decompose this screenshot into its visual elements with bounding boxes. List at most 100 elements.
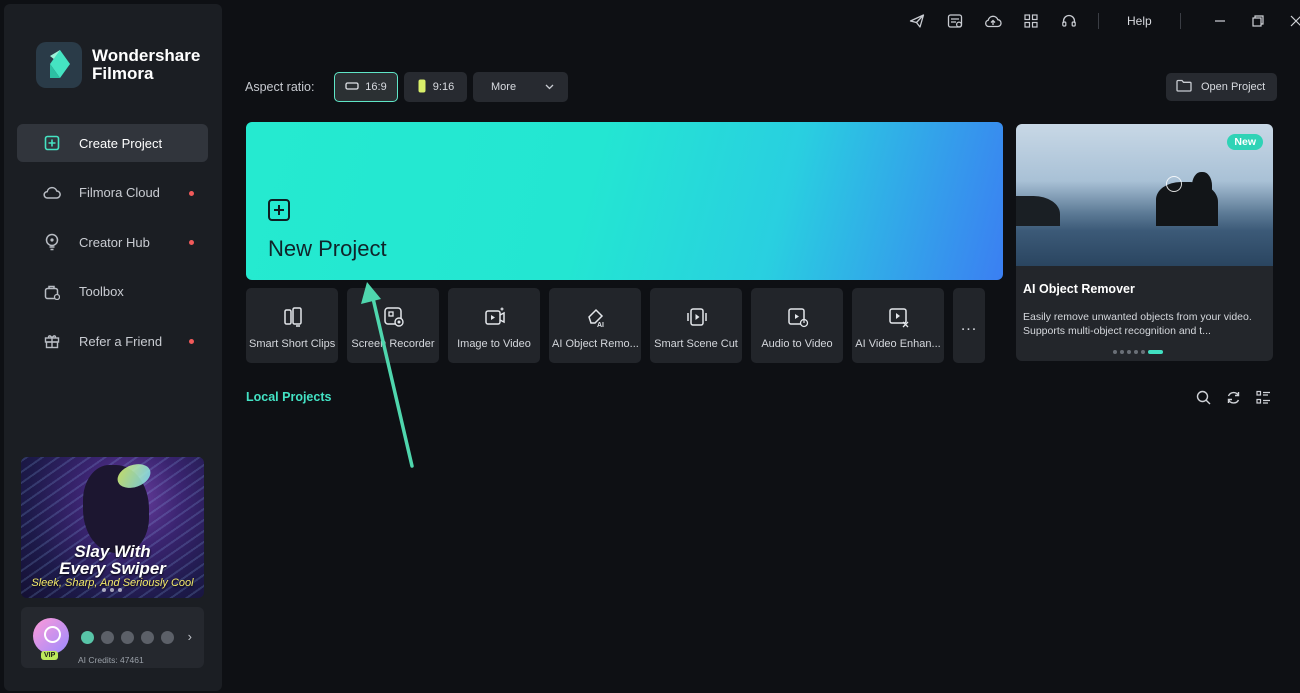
sidebar-item-filmora-cloud[interactable]: Filmora Cloud <box>17 174 208 212</box>
app-window: Wondershare Filmora Create Project Filmo… <box>0 0 1300 693</box>
ai-credits-text: AI Credits: 47461 <box>78 655 144 665</box>
tool-label: AI Video Enhan... <box>855 338 941 350</box>
task-list-icon[interactable] <box>946 12 964 30</box>
landscape-icon <box>345 81 359 94</box>
send-icon[interactable] <box>908 12 926 30</box>
pager-dot[interactable] <box>1113 350 1117 354</box>
pager-dot[interactable] <box>110 588 114 592</box>
feature-card[interactable]: New AI Object Remover Easily remove unwa… <box>1016 124 1273 361</box>
pager-dot[interactable] <box>1120 350 1124 354</box>
gift-icon <box>43 332 61 350</box>
toolbox-icon <box>43 283 61 301</box>
tool-label: Audio to Video <box>761 338 833 350</box>
feature-pager[interactable] <box>1113 350 1163 354</box>
more-tools-button[interactable]: ... <box>953 288 985 363</box>
bulb-icon <box>43 233 61 251</box>
promo-pager[interactable] <box>102 588 122 592</box>
tool-label: AI Object Remo... <box>552 338 639 350</box>
pager-dot-active[interactable] <box>1148 350 1163 354</box>
titlebar: Help <box>908 12 1300 30</box>
minimize-icon[interactable] <box>1211 12 1229 30</box>
dropdown-label: More <box>491 81 517 93</box>
sidebar-item-label: Refer a Friend <box>79 333 163 349</box>
open-project-label: Open Project <box>1201 81 1266 93</box>
tool-audio-to-video[interactable]: Audio to Video <box>751 288 843 363</box>
aspect-ratio-label: Aspect ratio: <box>245 80 315 94</box>
list-view-icon[interactable] <box>1255 389 1271 405</box>
pager-dot[interactable] <box>102 588 106 592</box>
notification-dot <box>189 240 194 245</box>
tool-smart-scene-cut[interactable]: Smart Scene Cut <box>650 288 742 363</box>
pager-dot[interactable] <box>1127 350 1131 354</box>
account-panel[interactable]: VIP AI Credits: 47461 › <box>21 607 204 668</box>
chevron-right-icon[interactable]: › <box>188 629 192 644</box>
notification-dot <box>189 339 194 344</box>
sidebar-item-refer-a-friend[interactable]: Refer a Friend <box>17 322 208 360</box>
aspect-16-9-button[interactable]: 16:9 <box>334 72 398 102</box>
more-icon: ... <box>960 316 978 334</box>
pager-dot[interactable] <box>1134 350 1138 354</box>
tool-screen-recorder[interactable]: Screen Recorder <box>347 288 439 363</box>
create-project-icon <box>43 134 61 152</box>
filmora-logo-icon <box>36 42 82 88</box>
aspect-more-dropdown[interactable]: More <box>473 72 568 102</box>
quick-tools-row: Smart Short Clips Screen Recorder Image … <box>246 288 985 363</box>
cloud-upload-icon[interactable] <box>984 12 1002 30</box>
new-project-button[interactable]: New Project <box>246 122 1003 280</box>
app-logo: Wondershare Filmora <box>36 42 200 88</box>
screen-recorder-icon <box>383 306 405 328</box>
feature-description: Easily remove unwanted objects from your… <box>1023 311 1252 337</box>
svg-text:AI: AI <box>597 322 604 328</box>
sidebar-item-create-project[interactable]: Create Project <box>17 124 208 162</box>
smart-scene-cut-icon <box>686 306 708 328</box>
chevron-down-icon <box>545 81 554 93</box>
cloud-icon <box>43 184 61 202</box>
refresh-icon[interactable] <box>1225 389 1241 405</box>
sidebar-nav: Create Project Filmora Cloud Creator Hub <box>17 124 208 372</box>
sidebar-item-toolbox[interactable]: Toolbox <box>17 273 208 311</box>
grid-apps-icon[interactable] <box>1022 12 1040 30</box>
sidebar-item-label: Filmora Cloud <box>79 185 160 200</box>
tool-label: Smart Short Clips <box>249 338 336 350</box>
tool-ai-object-remover[interactable]: AI AI Object Remo... <box>549 288 641 363</box>
aspect-option-label: 16:9 <box>365 81 387 93</box>
audio-to-video-icon <box>787 306 809 328</box>
aspect-9-16-button[interactable]: 9:16 <box>404 72 467 102</box>
promo-banner[interactable]: Slay With Every Swiper Sleek, Sharp, And… <box>21 457 204 598</box>
cursor-circle-icon <box>1166 176 1182 192</box>
ai-object-remover-icon: AI <box>585 306 607 328</box>
help-menu[interactable]: Help <box>1127 14 1152 28</box>
headset-icon[interactable] <box>1060 12 1078 30</box>
image-to-video-icon <box>484 306 506 328</box>
sidebar-item-label: Toolbox <box>79 284 124 299</box>
feature-title: AI Object Remover <box>1023 282 1135 296</box>
tool-image-to-video[interactable]: Image to Video <box>448 288 540 363</box>
promo-title: Slay With Every Swiper <box>21 543 204 577</box>
ai-feature-icon <box>121 631 134 644</box>
titlebar-divider <box>1179 13 1181 29</box>
pager-dot[interactable] <box>118 588 122 592</box>
tool-smart-short-clips[interactable]: Smart Short Clips <box>246 288 338 363</box>
pager-dot[interactable] <box>1141 350 1145 354</box>
tool-label: Screen Recorder <box>351 338 435 350</box>
new-project-label: New Project <box>268 236 387 261</box>
ai-video-enhancer-icon <box>888 306 910 328</box>
ai-feature-icon <box>81 631 94 644</box>
search-icon[interactable] <box>1195 389 1211 405</box>
sidebar-item-creator-hub[interactable]: Creator Hub <box>17 223 208 261</box>
tool-ai-video-enhancer[interactable]: AI Video Enhan... <box>852 288 944 363</box>
sidebar-item-label: Create Project <box>79 135 163 151</box>
ai-feature-icon <box>161 631 174 644</box>
folder-icon <box>1176 79 1192 95</box>
avatar[interactable] <box>33 618 69 654</box>
portrait-icon <box>417 79 427 96</box>
restore-icon[interactable] <box>1249 12 1267 30</box>
app-name: Wondershare Filmora <box>92 47 200 83</box>
titlebar-divider <box>1098 13 1099 29</box>
ai-feature-icon <box>101 631 114 644</box>
ai-feature-icon <box>141 631 154 644</box>
ai-credit-icons <box>81 631 174 644</box>
close-icon[interactable] <box>1287 12 1300 30</box>
aspect-option-label: 9:16 <box>432 81 455 93</box>
open-project-button[interactable]: Open Project <box>1166 73 1277 101</box>
